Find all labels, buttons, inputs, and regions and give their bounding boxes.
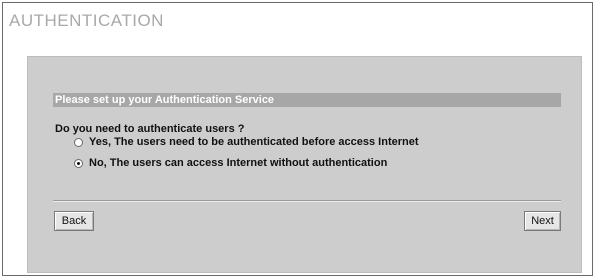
authentication-panel: Please set up your Authentication Servic… (27, 56, 582, 273)
option-yes-label: Yes, The users need to be authenticated … (89, 136, 419, 148)
section-header: Please set up your Authentication Servic… (53, 93, 561, 107)
option-no-label: No, The users can access Internet withou… (89, 157, 388, 169)
divider (53, 200, 561, 202)
next-button[interactable]: Next (524, 211, 561, 231)
back-button[interactable]: Back (54, 211, 94, 231)
option-no-authenticate[interactable]: No, The users can access Internet withou… (74, 157, 387, 169)
page-title: AUTHENTICATION (9, 11, 164, 30)
authenticate-question: Do you need to authenticate users ? (55, 123, 245, 135)
radio-no[interactable] (74, 158, 83, 168)
page-frame: AUTHENTICATION Please set up your Authen… (2, 2, 593, 276)
radio-yes[interactable] (74, 137, 83, 147)
option-yes-authenticate[interactable]: Yes, The users need to be authenticated … (74, 136, 419, 148)
